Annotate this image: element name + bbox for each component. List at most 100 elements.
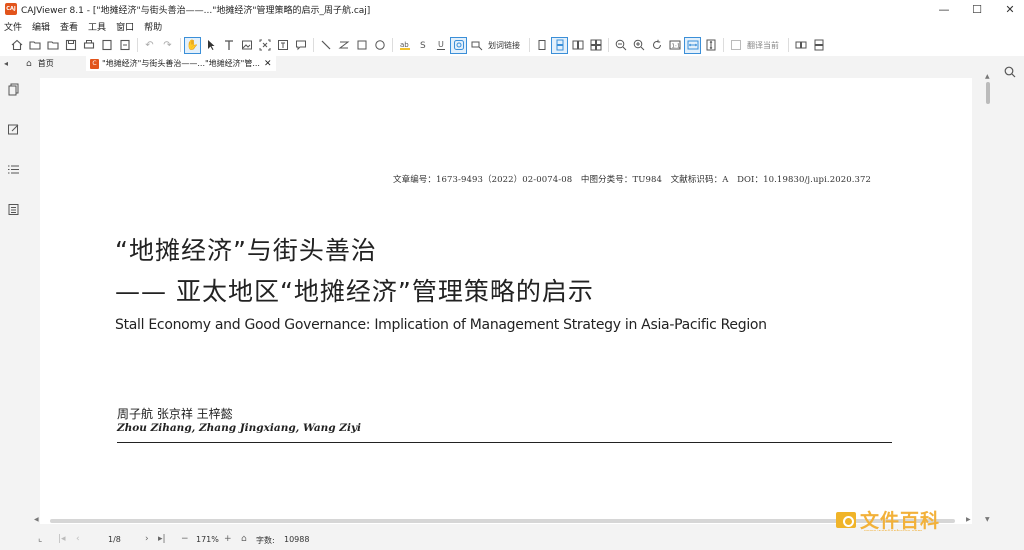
rectangle-tool-icon[interactable] [353, 37, 370, 54]
zoom-in-icon[interactable] [630, 37, 647, 54]
prev-page-icon[interactable]: ‹ [76, 534, 80, 544]
split-view-icon[interactable] [810, 37, 827, 54]
toolbar-separator [529, 38, 530, 52]
horizontal-scrollbar[interactable] [40, 518, 972, 524]
caj-file-icon: C [90, 58, 99, 69]
fit-page-icon[interactable] [702, 37, 719, 54]
menu-window[interactable]: 窗口 [112, 20, 140, 33]
bookmark-icon[interactable] [450, 36, 467, 54]
toolbar-separator [608, 38, 609, 52]
image-select-icon[interactable] [238, 37, 255, 54]
fullscreen-icon[interactable]: ⌞ [38, 534, 42, 544]
page-indicator[interactable]: 1/8 [108, 535, 121, 544]
vertical-scrollbar[interactable] [985, 78, 991, 526]
tab-bar: ◂ ⌂ 首页 C "地摊经济"与街头善治——..."地摊经济"管... ✕ [0, 56, 1024, 71]
tab-document-label: "地摊经济"与街头善治——..."地摊经济"管... [102, 59, 260, 68]
vertical-scroll-thumb[interactable] [986, 82, 990, 104]
tab-home[interactable]: ⌂ 首页 [26, 58, 76, 69]
line-tool-icon[interactable] [317, 37, 334, 54]
menu-tools[interactable]: 工具 [84, 20, 112, 33]
next-page-icon[interactable]: › [145, 534, 149, 544]
menu-bar: 文件 编辑 查看 工具 窗口 帮助 [0, 18, 1024, 34]
text-select-icon[interactable] [220, 37, 237, 54]
menu-file[interactable]: 文件 [0, 20, 28, 33]
authors-english: Zhou Zihang, Zhang Jingxiang, Wang Ziyi [117, 422, 362, 434]
two-page-icon[interactable] [569, 37, 586, 54]
annotations-icon[interactable] [7, 121, 20, 135]
actual-size-icon[interactable]: 1:1 [666, 37, 683, 54]
underline-icon[interactable]: U [432, 37, 449, 54]
word-link-label[interactable]: 划词链接 [488, 40, 520, 51]
select-arrow-icon[interactable] [202, 37, 219, 54]
zoom-plus-icon[interactable]: + [224, 534, 232, 544]
hand-tool-icon[interactable]: ✋ [184, 36, 201, 54]
folder-icon[interactable] [44, 37, 61, 54]
zoom-level[interactable]: 171% [196, 535, 219, 544]
book-view-icon[interactable] [587, 37, 604, 54]
tab-scroll-left-icon[interactable]: ◂ [0, 59, 12, 68]
menu-view[interactable]: 查看 [56, 20, 84, 33]
horizontal-scroll-thumb[interactable] [50, 519, 955, 523]
close-button[interactable]: ✕ [990, 0, 1024, 18]
undo-icon[interactable]: ↶ [141, 37, 158, 54]
ellipse-tool-icon[interactable] [371, 37, 388, 54]
svg-text:U: U [438, 40, 444, 49]
scroll-down-icon[interactable]: ▼ [985, 516, 990, 523]
highlight-icon[interactable]: ab [396, 37, 413, 54]
zoom-out-icon[interactable] [612, 37, 629, 54]
send-icon[interactable] [116, 37, 133, 54]
redo-icon[interactable]: ↷ [159, 37, 176, 54]
tab-close-icon[interactable]: ✕ [264, 59, 272, 69]
strikethrough-icon[interactable]: S [414, 37, 431, 54]
compare-icon[interactable] [792, 37, 809, 54]
svg-text:1:1: 1:1 [671, 44, 680, 50]
first-page-icon[interactable]: |◂ [58, 534, 66, 544]
zoom-minus-icon[interactable]: − [181, 534, 189, 544]
toolbar: ↶ ↷ ✋ ab S U 划词链接 1:1 翻译当前 [0, 34, 1024, 56]
menu-help[interactable]: 帮助 [140, 20, 168, 33]
rotate-icon[interactable] [648, 37, 665, 54]
print-icon[interactable] [80, 37, 97, 54]
outline-icon[interactable] [7, 161, 20, 174]
save-icon[interactable] [62, 37, 79, 54]
page-home-icon[interactable]: ⌂ [241, 534, 247, 544]
single-page-icon[interactable] [533, 37, 550, 54]
app-logo-icon: CAJ [5, 3, 17, 15]
ocr-icon[interactable] [274, 37, 291, 54]
open-folder-icon[interactable] [26, 37, 43, 54]
tab-home-label: 首页 [37, 59, 54, 68]
curve-tool-icon[interactable] [335, 37, 352, 54]
svg-text:S: S [420, 41, 426, 51]
thumbnails-icon[interactable] [7, 81, 20, 96]
export-icon[interactable] [98, 37, 115, 54]
search-icon[interactable] [1004, 66, 1016, 78]
fit-width-icon[interactable] [684, 36, 701, 54]
authors-chinese: 周子航 张京祥 王梓懿 [117, 407, 233, 421]
translate-current-label[interactable]: 翻译当前 [747, 40, 779, 51]
comment-icon[interactable] [292, 37, 309, 54]
toolbar-separator [180, 38, 181, 52]
title-chinese-line2: —— 亚太地区“地摊经济”管理策略的启示 [115, 277, 594, 306]
title-bar: CAJ CAJViewer 8.1 - ["地摊经济"与街头善治——..."地摊… [0, 0, 1024, 18]
word-link-icon[interactable] [468, 37, 485, 54]
home-tab-icon: ⌂ [26, 58, 32, 69]
watermark-folder-icon [836, 511, 856, 528]
snapshot-icon[interactable] [256, 37, 273, 54]
menu-edit[interactable]: 编辑 [28, 20, 56, 33]
continuous-page-icon[interactable] [551, 36, 568, 54]
title-chinese-line1: “地摊经济”与街头善治 [115, 236, 377, 265]
notes-icon[interactable] [7, 201, 20, 215]
scroll-right-icon[interactable]: ▶ [966, 516, 971, 523]
home-icon[interactable] [8, 37, 25, 54]
toolbar-separator [723, 38, 724, 52]
toolbar-separator [788, 38, 789, 52]
translate-icon[interactable] [727, 37, 744, 54]
toolbar-separator [137, 38, 138, 52]
right-rail [996, 56, 1024, 531]
word-count-label: 字数: [256, 536, 275, 545]
tab-document[interactable]: C "地摊经济"与街头善治——..."地摊经济"管... ✕ [86, 56, 276, 71]
scroll-left-icon[interactable]: ◀ [34, 516, 39, 523]
last-page-icon[interactable]: ▸| [158, 534, 166, 544]
window-title: CAJViewer 8.1 - ["地摊经济"与街头善治——..."地摊经济"管… [21, 5, 371, 16]
word-count-value: 10988 [284, 535, 310, 544]
